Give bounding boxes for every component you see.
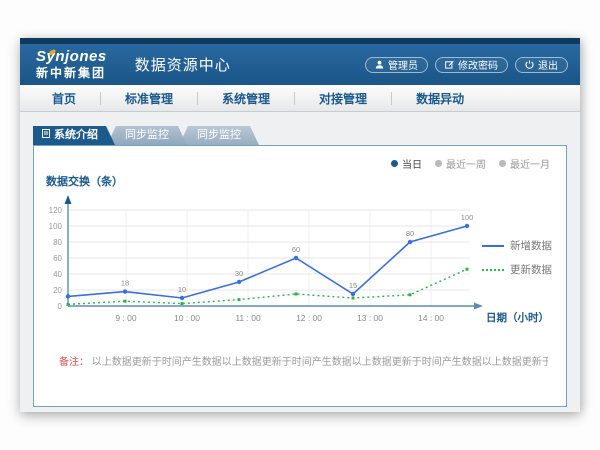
nav-item-system-mgmt[interactable]: 系统管理 bbox=[198, 90, 294, 107]
radio-dot bbox=[499, 160, 506, 167]
time-filter-last-week[interactable]: 最近一周 bbox=[435, 156, 486, 171]
svg-text:12 : 00: 12 : 00 bbox=[296, 313, 322, 323]
header: Synjones 新中新集团 数据资源中心 管理员 修改密码 退出 bbox=[20, 44, 580, 85]
main-nav: 首页 标准管理 系统管理 对接管理 数据异动 bbox=[20, 85, 580, 112]
blue-line-swatch bbox=[482, 245, 504, 247]
header-actions: 管理员 修改密码 退出 bbox=[365, 57, 568, 73]
document-icon bbox=[42, 126, 50, 145]
svg-text:80: 80 bbox=[53, 238, 62, 247]
radio-dot bbox=[435, 160, 442, 167]
power-icon bbox=[525, 60, 534, 69]
admin-user-button[interactable]: 管理员 bbox=[365, 57, 428, 73]
edit-icon bbox=[445, 60, 454, 69]
svg-text:10: 10 bbox=[178, 285, 186, 294]
green-dotted-swatch bbox=[482, 269, 504, 271]
radio-dot-selected bbox=[391, 160, 398, 167]
legend-item-updated-data[interactable]: 更新数据 bbox=[482, 262, 552, 277]
content-area: 系统介绍 同步监控 同步监控 当日 最近一周 最近一月 数据交换 bbox=[20, 112, 580, 412]
svg-text:14 : 00: 14 : 00 bbox=[418, 313, 444, 323]
brand-text: Synjones bbox=[36, 49, 107, 65]
svg-text:10 : 00: 10 : 00 bbox=[174, 313, 200, 323]
svg-text:15: 15 bbox=[349, 281, 357, 290]
change-password-button[interactable]: 修改密码 bbox=[435, 57, 508, 73]
nav-item-interface-mgmt[interactable]: 对接管理 bbox=[295, 90, 391, 107]
legend-item-new-data[interactable]: 新增数据 bbox=[482, 238, 552, 253]
time-filter-group: 当日 最近一周 最近一月 bbox=[391, 156, 550, 171]
brand-logo: Synjones 新中新集团 bbox=[36, 49, 107, 79]
time-filter-last-month[interactable]: 最近一月 bbox=[499, 156, 550, 171]
svg-text:30: 30 bbox=[235, 269, 243, 278]
svg-text:13 : 00: 13 : 00 bbox=[357, 313, 383, 323]
nav-item-data-change[interactable]: 数据异动 bbox=[392, 90, 488, 107]
nav-item-standard-mgmt[interactable]: 标准管理 bbox=[101, 90, 197, 107]
footnote-label: 备注： bbox=[59, 357, 89, 368]
chart-panel: 当日 最近一周 最近一月 数据交换（条） 9 : 0010 : 0011 : 0… bbox=[33, 145, 567, 407]
svg-text:60: 60 bbox=[53, 254, 62, 263]
tab-bar: 系统介绍 同步监控 同步监控 bbox=[33, 126, 259, 145]
svg-text:80: 80 bbox=[406, 229, 414, 238]
tab-system-intro[interactable]: 系统介绍 bbox=[33, 126, 115, 145]
company-text: 新中新集团 bbox=[36, 67, 107, 80]
svg-text:0: 0 bbox=[58, 302, 63, 311]
svg-text:120: 120 bbox=[49, 206, 63, 215]
logout-button[interactable]: 退出 bbox=[515, 57, 568, 73]
tab-sync-monitor-2[interactable]: 同步监控 bbox=[179, 126, 259, 145]
app-window: Synjones 新中新集团 数据资源中心 管理员 修改密码 退出 首页 标准管… bbox=[20, 38, 580, 412]
svg-text:60: 60 bbox=[292, 245, 300, 254]
user-icon bbox=[375, 60, 384, 69]
time-filter-today[interactable]: 当日 bbox=[391, 156, 422, 171]
footnote: 备注： 以上数据更新于时间产生数据以上数据更新于时间产生数据以上数据更新于时间产… bbox=[59, 353, 548, 368]
tab-sync-monitor-1[interactable]: 同步监控 bbox=[107, 126, 187, 145]
svg-text:日期（小时）: 日期（小时） bbox=[486, 311, 549, 324]
svg-text:40: 40 bbox=[53, 270, 62, 279]
page-title: 数据资源中心 bbox=[135, 54, 231, 75]
svg-text:9 : 00: 9 : 00 bbox=[115, 313, 137, 323]
svg-text:100: 100 bbox=[49, 222, 63, 231]
series-legend: 新增数据 更新数据 bbox=[482, 238, 552, 277]
svg-text:11 : 00: 11 : 00 bbox=[235, 313, 261, 323]
svg-text:100: 100 bbox=[461, 213, 474, 222]
nav-item-home[interactable]: 首页 bbox=[28, 90, 100, 107]
svg-text:20: 20 bbox=[53, 286, 62, 295]
svg-text:18: 18 bbox=[121, 279, 129, 288]
footnote-text: 以上数据更新于时间产生数据以上数据更新于时间产生数据以上数据更新于时间产生数据以… bbox=[92, 357, 548, 368]
